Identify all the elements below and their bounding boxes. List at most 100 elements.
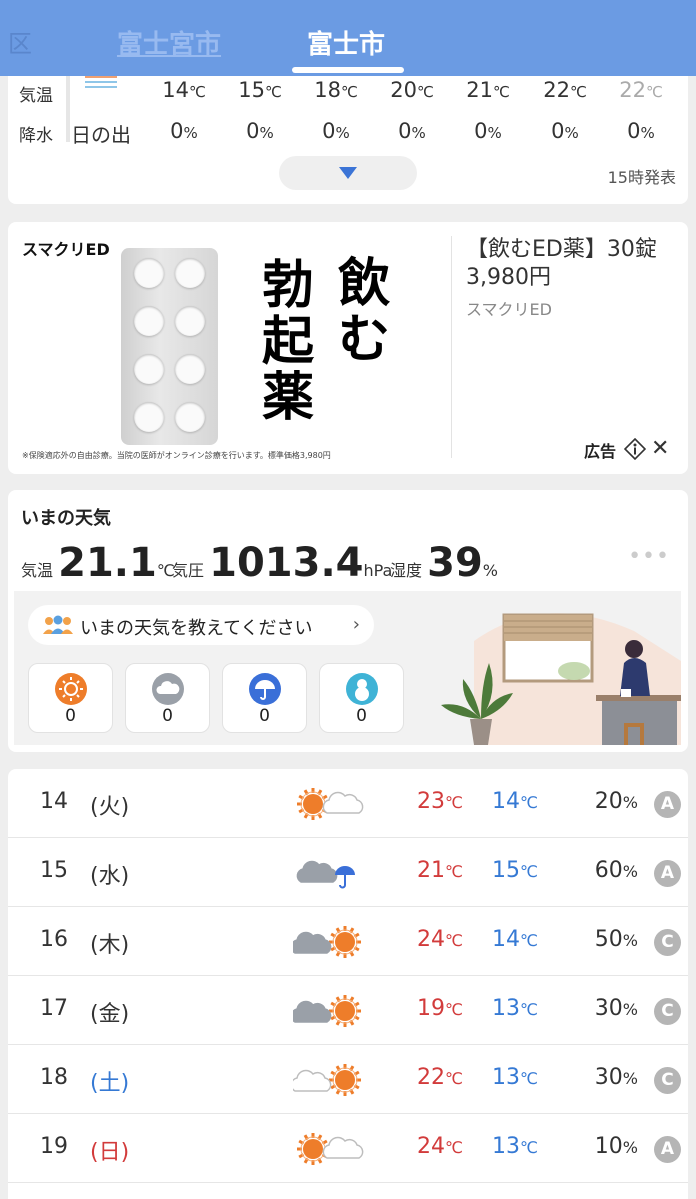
ad-divider (451, 236, 452, 458)
tab-fuji[interactable]: 富士市 (307, 24, 385, 61)
low-temp-value: 14 (492, 789, 521, 814)
humidity-metric: 湿度 39% (390, 540, 498, 586)
hourly-temp-unit: ℃ (340, 83, 358, 101)
high-temp-value: 19 (417, 996, 446, 1021)
hourly-temp-value: 14 (162, 78, 189, 102)
low-temp-value: 15 (492, 858, 521, 883)
temp-unit: ℃ (520, 1069, 538, 1088)
percent-unit: % (622, 1000, 638, 1019)
report-sunny-button[interactable]: 0 (28, 663, 113, 733)
hourly-temp-unit: ℃ (416, 83, 434, 101)
ad-info-icon[interactable] (624, 438, 646, 460)
temp-unit: ℃ (520, 1138, 538, 1157)
ad-banner[interactable]: スマクリED 飲む 勃起薬 ※保険適応外の自由診療。当院の医師がオンライン診療を… (8, 222, 688, 474)
percent-unit: % (622, 931, 638, 950)
hourly-precip: 0% (456, 119, 520, 143)
temperature-metric: 気温 21.1℃ (21, 540, 175, 586)
humidity-label: 湿度 (390, 561, 423, 580)
pill-blister-image (121, 248, 218, 445)
day-number: 14 (40, 789, 68, 814)
hourly-temp: 20℃ (380, 78, 444, 102)
reliability-grade-badge: C (654, 1067, 681, 1094)
ad-close-icon[interactable]: ✕ (651, 436, 669, 461)
temp-unit: ℃ (445, 862, 463, 881)
high-temp: 19℃ (391, 996, 463, 1021)
precip-value: 50 (594, 927, 623, 952)
precip-chance: 30% (563, 996, 638, 1021)
expand-hourly-button[interactable] (279, 156, 417, 190)
low-temp: 15℃ (466, 858, 538, 883)
chevron-right-icon: › (352, 614, 360, 635)
ad-title[interactable]: 【飲むED薬】30錠3,980円 (466, 236, 676, 292)
tab-fujinomiya[interactable]: 富士宮市 (117, 24, 221, 61)
hourly-temp-value: 22 (543, 78, 570, 102)
high-temp-value: 24 (417, 927, 446, 952)
temp-unit: ℃ (445, 931, 463, 950)
daily-forecast-row[interactable]: 14 (火) 23℃ 14℃ 20% A (8, 769, 688, 838)
hourly-temp-value: 22 (619, 78, 646, 102)
report-weather-button[interactable]: いまの天気を教えてください › (28, 605, 374, 645)
report-panel: いまの天気を教えてください › 0 0 0 0 (14, 591, 681, 745)
pressure-metric: 気圧 1013.4hPa (172, 540, 392, 586)
precip-chance: 30% (563, 1065, 638, 1090)
hourly-divider (66, 76, 70, 142)
pressure-value: 1013.4 (209, 540, 364, 586)
temp-label: 気温 (21, 561, 54, 580)
report-cloudy-button[interactable]: 0 (125, 663, 210, 733)
hourly-precip-unit: % (335, 124, 350, 142)
hourly-forecast-card: 気温 降水 日の出 14℃ 15℃ 18℃ 20℃ 21℃ 22℃ 22℃ 0% 0% 0% 0%… (8, 76, 688, 204)
cloudy-then-rain-icon (293, 852, 367, 898)
pressure-unit: hPa (363, 561, 393, 580)
daily-forecast-row[interactable]: 19 (日) 24℃ 13℃ 10% A (8, 1114, 688, 1183)
high-temp: 22℃ (391, 1065, 463, 1090)
hourly-precip-unit: % (564, 124, 579, 142)
hourly-temp-value: 20 (390, 78, 417, 102)
hourly-temp-unit: ℃ (264, 83, 282, 101)
hourly-precip-unit: % (259, 124, 274, 142)
day-number: 17 (40, 996, 68, 1021)
report-rainy-button[interactable]: 0 (222, 663, 307, 733)
hourly-precip: 0% (228, 119, 292, 143)
hourly-precip: 0% (152, 119, 216, 143)
sunrise-icon (85, 76, 117, 88)
weekday: (金) (90, 1002, 130, 1027)
hourly-precip-value: 0 (322, 119, 336, 143)
temp-value: 21.1 (58, 540, 157, 586)
daily-forecast-row[interactable]: 16 (木) 24℃ 14℃ 50% C (8, 907, 688, 976)
day-number: 16 (40, 927, 68, 952)
location-tab-bar: 区 富士宮市 富士市 (0, 0, 696, 76)
active-tab-indicator (292, 67, 404, 73)
hourly-precip-value: 0 (170, 119, 184, 143)
low-temp-value: 14 (492, 927, 521, 952)
weekday: (火) (90, 795, 130, 820)
hourly-temp: 21℃ (456, 78, 520, 102)
reliability-grade-badge: A (654, 791, 681, 818)
reliability-grade-badge: A (654, 860, 681, 887)
low-temp-value: 13 (492, 1134, 521, 1159)
percent-unit: % (622, 1069, 638, 1088)
hourly-precip-value: 0 (474, 119, 488, 143)
high-temp: 23℃ (391, 789, 463, 814)
temp-unit: ℃ (520, 1000, 538, 1019)
percent-unit: % (622, 1138, 638, 1157)
hourly-temp-value: 18 (314, 78, 341, 102)
more-options-icon[interactable]: ••• (628, 544, 670, 569)
tab-partial-left[interactable]: 区 (8, 24, 32, 59)
ad-fineprint: ※保険適応外の自由診療。当院の医師がオンライン診療を行います。標準価格3,980… (22, 451, 331, 460)
weekday: (水) (90, 864, 130, 889)
daily-forecast-row[interactable]: 15 (水) 21℃ 15℃ 60% A (8, 838, 688, 907)
humidity-unit: % (482, 561, 498, 580)
sunny-then-cloudy-icon (293, 783, 367, 829)
cloud-icon (152, 673, 184, 705)
cloudy-then-sunny-icon (290, 921, 367, 967)
triangle-down-icon (339, 167, 357, 179)
temp-unit: ℃ (445, 1138, 463, 1157)
precip-value: 30 (594, 1065, 623, 1090)
precip-row-label: 降水 (19, 126, 53, 146)
report-snowy-button[interactable]: 0 (319, 663, 404, 733)
daily-forecast-row[interactable]: 18 (土) 22℃ 13℃ 30% C (8, 1045, 688, 1114)
daily-forecast-row[interactable]: 17 (金) 19℃ 13℃ 30% C (8, 976, 688, 1045)
precip-value: 20 (594, 789, 623, 814)
reliability-grade-badge: C (654, 998, 681, 1025)
sunrise-label: 日の出 (71, 123, 131, 147)
